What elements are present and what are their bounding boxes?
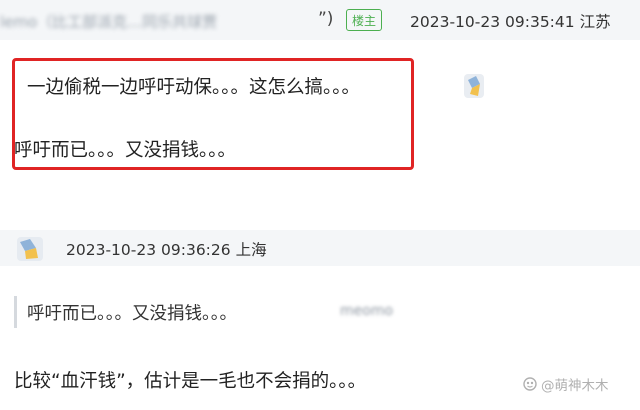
- comment2-timestamp: 2023-10-23 09:36:26: [66, 241, 231, 259]
- comment1-text-line2: 呼吁而已。。。又没捐钱。。。: [14, 140, 237, 161]
- op-badge: 楼主: [346, 9, 382, 31]
- comment1-text-line1: 一边偷税一边呼吁动保。。。这怎么搞。。。: [27, 77, 361, 98]
- comment1-title-quote-end: ”): [318, 9, 334, 29]
- watermark-logo-icon: [523, 377, 537, 391]
- quoted-username[interactable]: meomo: [340, 303, 393, 319]
- watermark: @萌神木木: [523, 374, 609, 394]
- avatar-icon[interactable]: [16, 236, 44, 262]
- comment1-meta: 2023-10-23 09:35:41 江苏: [410, 10, 611, 32]
- comment1-location: 江苏: [579, 13, 611, 31]
- quote-bar: [14, 296, 17, 328]
- comment2-meta: 2023-10-23 09:36:26 上海: [66, 238, 267, 260]
- quoted-text: 呼吁而已。。。又没捐钱。。。: [27, 304, 237, 324]
- comment1-timestamp: 2023-10-23 09:35:41: [410, 13, 575, 31]
- watermark-text: @萌神木木: [541, 378, 609, 394]
- avatar-icon: [464, 74, 484, 98]
- comment2-text: 比较“血汗钱”，估计是一毛也不会捐的。。。: [14, 371, 367, 392]
- comment2-location: 上海: [235, 241, 267, 259]
- comment1-username[interactable]: lemo（比工部派克…同乐共球贾: [0, 11, 217, 31]
